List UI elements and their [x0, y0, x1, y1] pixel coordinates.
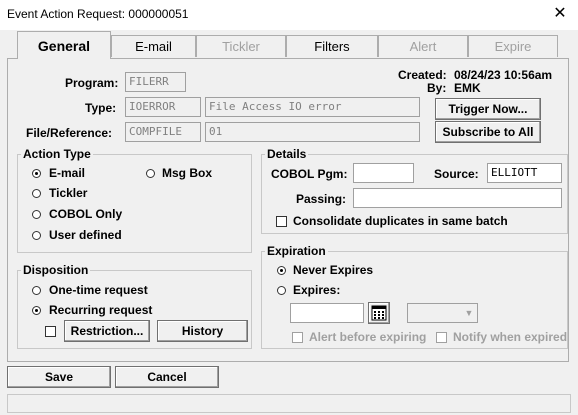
radio-expires[interactable] [277, 286, 286, 295]
created-value: 08/24/23 10:56am [454, 68, 553, 82]
radio-one-time-label: One-time request [49, 283, 148, 297]
passing-input[interactable] [353, 188, 562, 208]
close-icon[interactable]: ✕ [550, 4, 570, 24]
save-button[interactable]: Save [7, 366, 111, 388]
radio-tickler[interactable] [32, 189, 41, 198]
radio-recurring[interactable] [32, 306, 41, 315]
tab-tickler: Tickler [196, 35, 286, 57]
history-button[interactable]: History [157, 320, 248, 342]
type-code-field: IOERROR [125, 97, 201, 117]
expires-date-input[interactable] [290, 303, 364, 323]
cobol-pgm-label: COBOL Pgm: [271, 167, 348, 181]
cobol-pgm-input[interactable] [353, 163, 414, 183]
consolidate-label: Consolidate duplicates in same batch [293, 214, 508, 228]
alert-before-expiring-label: Alert before expiring [309, 330, 427, 344]
tab-email[interactable]: E-mail [111, 35, 196, 57]
source-input[interactable]: ELLIOTT [487, 163, 562, 183]
passing-label: Passing: [296, 192, 347, 206]
status-bar [7, 394, 571, 413]
radio-msgbox[interactable] [146, 169, 155, 178]
chevron-down-icon: ▼ [464, 308, 474, 318]
created-label: Created: [398, 68, 447, 82]
file-reference-label: File/Reference: [26, 126, 113, 140]
subscribe-all-button[interactable]: Subscribe to All [435, 121, 541, 143]
file-reference-field: COMPFILE [125, 122, 201, 142]
radio-cobol-only-label: COBOL Only [49, 207, 123, 221]
calendar-icon[interactable] [368, 302, 390, 324]
tab-general[interactable]: General [17, 31, 111, 59]
radio-user-defined[interactable] [32, 231, 41, 240]
restriction-button[interactable]: Restriction... [64, 320, 150, 342]
details-legend: Details [267, 147, 307, 161]
disposition-legend: Disposition [23, 263, 89, 277]
tab-filters[interactable]: Filters [286, 35, 378, 57]
program-field: FILERR [125, 72, 186, 92]
tab-alert: Alert [378, 35, 468, 57]
never-expires-label: Never Expires [293, 263, 374, 277]
radio-cobol-only[interactable] [32, 210, 41, 219]
consolidate-checkbox[interactable] [276, 216, 287, 227]
action-type-legend: Action Type [23, 147, 91, 161]
expires-label: Expires: [293, 283, 341, 297]
expiration-legend: Expiration [267, 244, 326, 258]
alert-before-expiring-checkbox [292, 332, 303, 343]
window-title: Event Action Request: 000000051 [7, 7, 189, 21]
restriction-checkbox[interactable] [45, 326, 56, 337]
radio-one-time[interactable] [32, 286, 41, 295]
notify-when-expired-label: Notify when expired [453, 330, 568, 344]
by-label: By: [427, 81, 447, 95]
source-label: Source: [434, 167, 479, 181]
type-desc-field: File Access IO error [205, 97, 420, 117]
radio-tickler-label: Tickler [49, 186, 88, 200]
radio-user-defined-label: User defined [49, 228, 122, 242]
tab-expire: Expire [468, 35, 558, 57]
program-label: Program: [65, 76, 119, 90]
type-label: Type: [85, 101, 117, 115]
radio-msgbox-label: Msg Box [162, 166, 213, 180]
radio-recurring-label: Recurring request [49, 303, 153, 317]
by-value: EMK [454, 81, 481, 95]
calendar-icon-graphic [371, 305, 387, 321]
file-reference-sub-field: 01 [205, 122, 420, 142]
radio-email-label: E-mail [49, 166, 86, 180]
cancel-button[interactable]: Cancel [115, 366, 219, 388]
radio-email[interactable] [32, 169, 41, 178]
trigger-now-button[interactable]: Trigger Now... [435, 98, 541, 120]
notify-when-expired-checkbox [436, 332, 447, 343]
radio-never-expires[interactable] [277, 266, 286, 275]
